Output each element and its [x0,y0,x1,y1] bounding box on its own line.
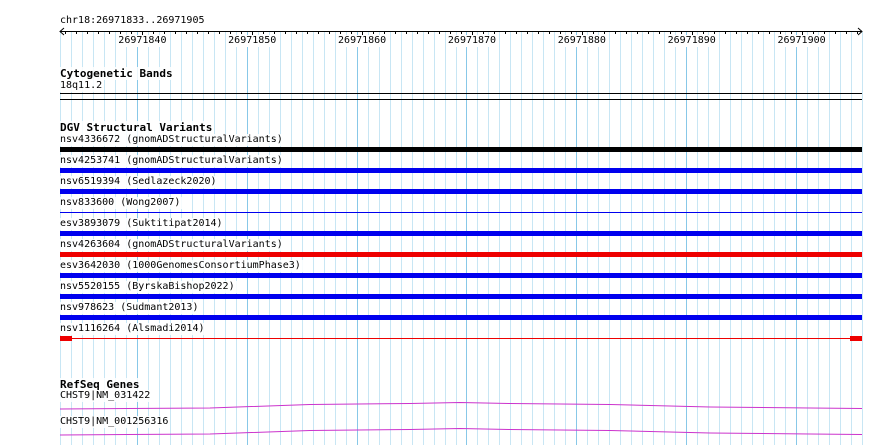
dgv-variant-bar[interactable] [60,294,862,299]
dgv-variant-bar[interactable] [60,189,862,194]
ruler-tick-label: 26971900 [777,35,826,47]
dgv-variant-block-left[interactable] [60,336,72,341]
ruler-tick-label: 26971890 [667,35,716,47]
ruler-tick-label: 26971850 [228,35,277,47]
dgv-variant-bar[interactable] [60,231,862,236]
dgv-variant-label[interactable]: nsv4253741 (gnomADStructuralVariants) [60,155,285,167]
dgv-variant-label[interactable]: nsv6519394 (Sedlazeck2020) [60,176,219,188]
ruler-tick-label: 26971840 [118,35,167,47]
ruler-tick-label: 26971870 [447,35,497,47]
dgv-variant-bar[interactable] [60,212,862,213]
cytoband-bar-bottom [60,99,862,100]
dgv-track-title: DGV Structural Variants [60,121,215,134]
dgv-variant-label[interactable]: nsv833600 (Wong2007) [60,197,183,209]
dgv-variant-block-right[interactable] [850,336,862,341]
dgv-variant-bar[interactable] [60,147,862,152]
dgv-variant-label[interactable]: esv3893079 (Suktitipat2014) [60,218,225,230]
dgv-variant-label[interactable]: nsv4336672 (gnomADStructuralVariants) [60,134,285,146]
dgv-variant-label[interactable]: esv3642030 (1000GenomesConsortiumPhase3) [60,260,303,272]
refseq-gene-line [59,427,863,436]
dgv-variant-label[interactable]: nsv978623 (Sudmant2013) [60,302,201,314]
cytoband-label[interactable]: 18q11.2 [60,80,105,92]
refseq-gene-line [59,401,863,410]
refseq-gene-intron[interactable] [0,422,890,442]
dgv-variant-label[interactable]: nsv4263604 (gnomADStructuralVariants) [60,239,285,251]
dgv-variant-label[interactable]: nsv5520155 (ByrskaBishop2022) [60,281,237,293]
ruler-tick-label: 26971880 [557,35,606,47]
refseq-gene-intron[interactable] [0,396,890,416]
dgv-variant-label[interactable]: nsv1116264 (Alsmadi2014) [60,323,207,335]
dgv-variant-bar[interactable] [60,168,862,173]
dgv-variant-bar[interactable] [60,252,862,257]
cytoband-bar-top[interactable] [60,93,862,94]
cytoband-track-title: Cytogenetic Bands [60,67,175,80]
dgv-variant-bar[interactable] [60,273,862,278]
dgv-variant-line[interactable] [60,338,862,339]
dgv-variant-bar[interactable] [60,315,862,320]
ruler-tick-label: 26971860 [338,35,387,47]
